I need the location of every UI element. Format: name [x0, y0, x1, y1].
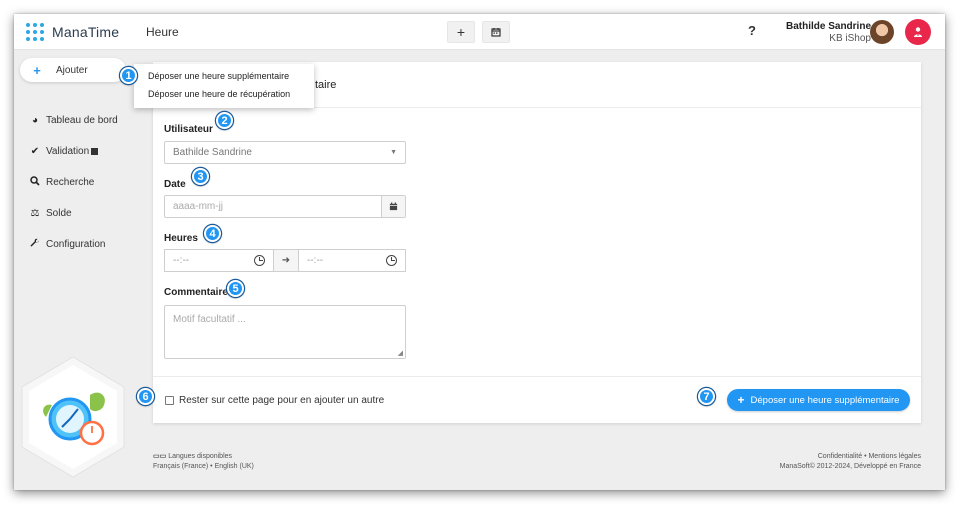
plus-icon: +: [33, 62, 41, 78]
menu-item-overtime[interactable]: Déposer une heure supplémentaire: [134, 68, 314, 86]
clock-icon: [254, 255, 265, 266]
user-info[interactable]: Bathilde Sandrine KB iShop: [786, 21, 871, 45]
date-placeholder: aaaa-mm-jj: [173, 201, 224, 212]
add-dropdown-menu: Déposer une heure supplémentaire Déposer…: [134, 64, 314, 108]
sidebar-item-label: Configuration: [46, 238, 106, 250]
logo-text: ManaTime: [52, 24, 120, 40]
wrench-icon: [30, 238, 40, 251]
user-name: Bathilde Sandrine: [785, 21, 871, 32]
date-label: Date: [164, 179, 186, 190]
end-time-value: --:--: [307, 255, 324, 266]
callout-badge-6: 6: [137, 388, 154, 405]
plus-icon: +: [737, 393, 745, 407]
caret-down-icon: ▼: [390, 149, 397, 156]
submit-overtime-button[interactable]: + Déposer une heure supplémentaire: [727, 389, 910, 411]
callout-badge-7: 7: [698, 388, 715, 405]
user-company: KB iShop: [829, 33, 871, 44]
user-power-icon: [914, 27, 922, 37]
sidebar-item-configuration[interactable]: Configuration: [14, 232, 132, 256]
calendar-picker-button[interactable]: [381, 196, 405, 217]
language-link-fr[interactable]: Français (France): [153, 463, 208, 470]
comment-label: Commentaire: [164, 287, 228, 298]
sidebar-item-search[interactable]: Recherche: [14, 170, 132, 194]
app-logo[interactable]: ManaTime: [26, 23, 119, 41]
search-icon: [30, 175, 40, 189]
submit-label: Déposer une heure supplémentaire: [750, 394, 900, 406]
plus-icon: +: [456, 24, 466, 40]
card-title: taire: [315, 79, 337, 91]
pie-chart-icon: ◕: [31, 114, 39, 126]
quick-add-button[interactable]: +: [447, 21, 475, 43]
form-card: taire Utilisateur Bathilde Sandrine ▼ Da…: [153, 62, 921, 423]
calendar-icon: [491, 28, 501, 37]
callout-badge-3: 3: [192, 168, 209, 185]
grid-dots-icon: [26, 23, 44, 41]
sidebar-item-balance[interactable]: ⚖ Solde: [14, 201, 132, 225]
app-window: ManaTime Heure + ? Bathilde Sandrine KB …: [14, 14, 945, 490]
menu-item-recovery[interactable]: Déposer une heure de récupération: [134, 86, 314, 104]
comment-placeholder: Motif facultatif ...: [173, 314, 246, 325]
start-time-value: --:--: [173, 255, 190, 266]
logout-button[interactable]: [905, 19, 931, 45]
sidebar-item-label: Solde: [46, 207, 72, 219]
arrow-right-icon: ➜: [274, 249, 298, 272]
stay-on-page-checkbox[interactable]: [165, 396, 174, 405]
main-content: taire Utilisateur Bathilde Sandrine ▼ Da…: [132, 50, 945, 490]
manatime-time-illustration: [21, 356, 125, 478]
privacy-link[interactable]: Confidentialité: [818, 453, 862, 460]
sidebar-item-label: Validation: [46, 145, 90, 157]
legal-link[interactable]: Mentions légales: [868, 453, 921, 460]
callout-badge-4: 4: [204, 225, 221, 242]
sidebar-item-label: Ajouter: [56, 64, 88, 76]
sidebar-item-label: Tableau de bord: [46, 114, 118, 126]
balance-scale-icon: ⚖: [30, 207, 40, 219]
help-button[interactable]: ?: [748, 23, 756, 38]
page-title: Heure: [146, 25, 179, 39]
avatar[interactable]: [870, 20, 894, 44]
hours-label: Heures: [164, 233, 198, 244]
clock-icon: [386, 255, 397, 266]
legal-footer: Confidentialité • Mentions légales ManaS…: [779, 453, 921, 470]
callout-badge-5: 5: [227, 280, 244, 297]
callout-badge-1: 1: [120, 67, 137, 84]
calendar-button[interactable]: [482, 21, 510, 43]
callout-badge-2: 2: [216, 112, 233, 129]
user-select-value: Bathilde Sandrine: [173, 147, 252, 158]
copyright: ManaSoft© 2012-2024, Développé en France: [779, 463, 921, 470]
sidebar-item-dashboard[interactable]: ◕ Tableau de bord: [14, 108, 132, 132]
check-icon: ✔: [30, 145, 40, 157]
languages-title: Langues disponibles: [168, 453, 233, 460]
user-select[interactable]: Bathilde Sandrine ▼: [164, 141, 406, 164]
user-label: Utilisateur: [164, 124, 213, 135]
languages-footer: ▭▭ Langues disponibles Français (France)…: [153, 453, 254, 470]
date-input[interactable]: aaaa-mm-jj: [164, 195, 406, 218]
start-time-input[interactable]: --:--: [164, 249, 274, 272]
stay-on-page-label[interactable]: Rester sur cette page pour en ajouter un…: [179, 395, 384, 406]
sidebar-item-label: Recherche: [46, 176, 95, 188]
language-icon: ▭▭: [153, 453, 169, 460]
resize-handle-icon[interactable]: ◢: [398, 349, 403, 357]
card-footer: Rester sur cette page pour en ajouter un…: [153, 376, 921, 423]
sidebar-item-add[interactable]: + Ajouter: [20, 58, 126, 82]
language-link-en[interactable]: English (UK): [215, 463, 254, 470]
top-bar: ManaTime Heure + ? Bathilde Sandrine KB …: [14, 14, 945, 50]
calendar-icon: [389, 202, 398, 211]
sidebar: + Ajouter ◕ Tableau de bord ✔ Validation…: [14, 50, 132, 490]
comment-textarea[interactable]: Motif facultatif ... ◢: [164, 305, 406, 359]
external-link-icon: [91, 147, 99, 155]
end-time-input[interactable]: --:--: [298, 249, 406, 272]
sidebar-item-validation[interactable]: ✔ Validation: [14, 139, 132, 163]
